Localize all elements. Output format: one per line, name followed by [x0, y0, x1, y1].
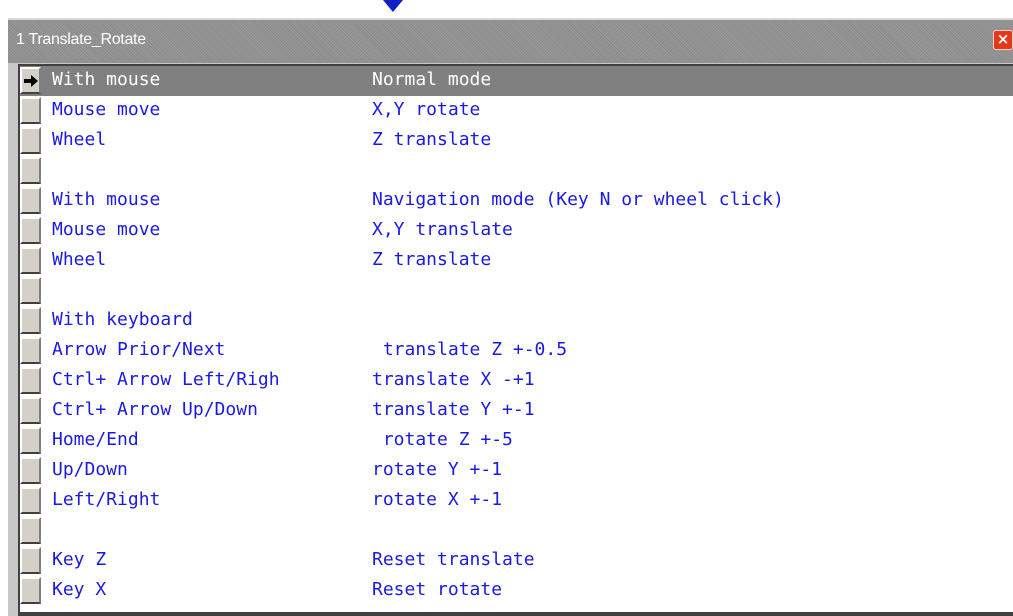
row-indicator-button[interactable] — [20, 247, 41, 274]
table-row[interactable]: Mouse move X,Y translate — [20, 216, 1013, 246]
shortcut-cell: With keyboard — [52, 309, 193, 330]
table-row[interactable]: Left/Right rotate X +-1 — [20, 486, 1013, 516]
shortcut-cell: Wheel — [52, 129, 107, 150]
table-row[interactable] — [20, 276, 1013, 306]
window-titlebar[interactable]: 1 Translate_Rotate × — [8, 18, 1013, 63]
action-cell: rotate X +-1 — [372, 489, 503, 510]
row-indicator-button[interactable] — [20, 367, 41, 394]
action-cell: translate X -+1 — [372, 369, 535, 390]
action-cell: X,Y translate — [372, 219, 513, 240]
shortcut-cell: Ctrl+ Arrow Left/Righ — [52, 369, 280, 390]
action-cell: rotate Z +-5 — [372, 429, 513, 450]
row-indicator-button[interactable] — [20, 97, 41, 124]
action-cell: Reset rotate — [372, 579, 503, 600]
table-row[interactable]: Ctrl+ Arrow Left/Righ translate X -+1 — [20, 366, 1013, 396]
grid-bottom-border — [20, 612, 1013, 616]
row-indicator-button[interactable] — [20, 127, 41, 154]
table-row[interactable]: Up/Down rotate Y +-1 — [20, 456, 1013, 486]
action-cell: Reset translate — [372, 549, 535, 570]
table-row[interactable]: Wheel Z translate — [20, 246, 1013, 276]
shortcut-cell: Wheel — [52, 249, 107, 270]
action-cell: Z translate — [372, 249, 492, 270]
top-strip — [0, 0, 1013, 18]
shortcut-cell: With mouse — [52, 69, 161, 90]
row-indicator-button[interactable] — [20, 307, 41, 334]
row-indicator-button[interactable] — [20, 427, 41, 454]
row-indicator-button[interactable] — [20, 187, 41, 214]
shortcut-cell: With mouse — [52, 189, 161, 210]
shortcut-cell: Mouse move — [52, 99, 161, 120]
shortcut-grid[interactable]: With mouse Normal mode Mouse move X,Y rotat… — [18, 64, 1013, 616]
row-indicator-button[interactable] — [20, 577, 41, 604]
table-row[interactable]: With keyboard — [20, 306, 1013, 336]
row-indicator-button[interactable] — [20, 457, 41, 484]
table-row[interactable]: With mouse Navigation mode (Key N or whee… — [20, 186, 1013, 216]
table-row[interactable]: Mouse move X,Y rotate — [20, 96, 1013, 126]
window-title: 1 Translate_Rotate — [16, 31, 146, 48]
table-row[interactable]: Arrow Prior/Next translate Z +-0.5 — [20, 336, 1013, 366]
shortcut-cell: Up/Down — [52, 459, 128, 480]
row-indicator-button[interactable] — [20, 487, 41, 514]
row-indicator-button[interactable] — [20, 397, 41, 424]
shortcut-cell: Home/End — [52, 429, 139, 450]
table-row[interactable] — [20, 516, 1013, 546]
action-cell: translate Y +-1 — [372, 399, 535, 420]
shortcut-cell: Arrow Prior/Next — [52, 339, 226, 360]
table-row[interactable]: Ctrl+ Arrow Up/Down translate Y +-1 — [20, 396, 1013, 426]
row-indicator-button[interactable] — [20, 547, 41, 574]
table-row[interactable]: With mouse Normal mode — [20, 66, 1013, 96]
shortcut-cell: Ctrl+ Arrow Up/Down — [52, 399, 258, 420]
arrow-right-icon — [24, 75, 38, 87]
action-cell: Normal mode — [372, 69, 492, 90]
pointer-arrow-icon — [383, 0, 403, 12]
action-cell: Navigation mode (Key N or wheel click) — [372, 189, 784, 210]
table-row[interactable]: Key Z Reset translate — [20, 546, 1013, 576]
row-indicator-button[interactable] — [20, 217, 41, 244]
translate-rotate-window: 1 Translate_Rotate × With mouse Normal mo… — [7, 18, 1013, 616]
row-indicator-button[interactable] — [20, 157, 41, 184]
shortcut-cell: Left/Right — [52, 489, 161, 510]
table-row[interactable] — [20, 156, 1013, 186]
table-row[interactable]: Wheel Z translate — [20, 126, 1013, 156]
action-cell: translate Z +-0.5 — [372, 339, 568, 360]
row-indicator-button[interactable] — [20, 337, 41, 364]
table-row[interactable]: Key X Reset rotate — [20, 576, 1013, 606]
shortcut-cell: Mouse move — [52, 219, 161, 240]
action-cell: X,Y rotate — [372, 99, 481, 120]
shortcut-cell: Key Z — [52, 549, 107, 570]
close-button[interactable]: × — [993, 30, 1013, 50]
action-cell: Z translate — [372, 129, 492, 150]
shortcut-cell: Key X — [52, 579, 107, 600]
row-indicator-button[interactable] — [20, 517, 41, 544]
table-row[interactable]: Home/End rotate Z +-5 — [20, 426, 1013, 456]
close-icon: × — [996, 30, 1010, 48]
row-indicator-button[interactable] — [20, 67, 41, 94]
row-indicator-button[interactable] — [20, 277, 41, 304]
action-cell: rotate Y +-1 — [372, 459, 503, 480]
